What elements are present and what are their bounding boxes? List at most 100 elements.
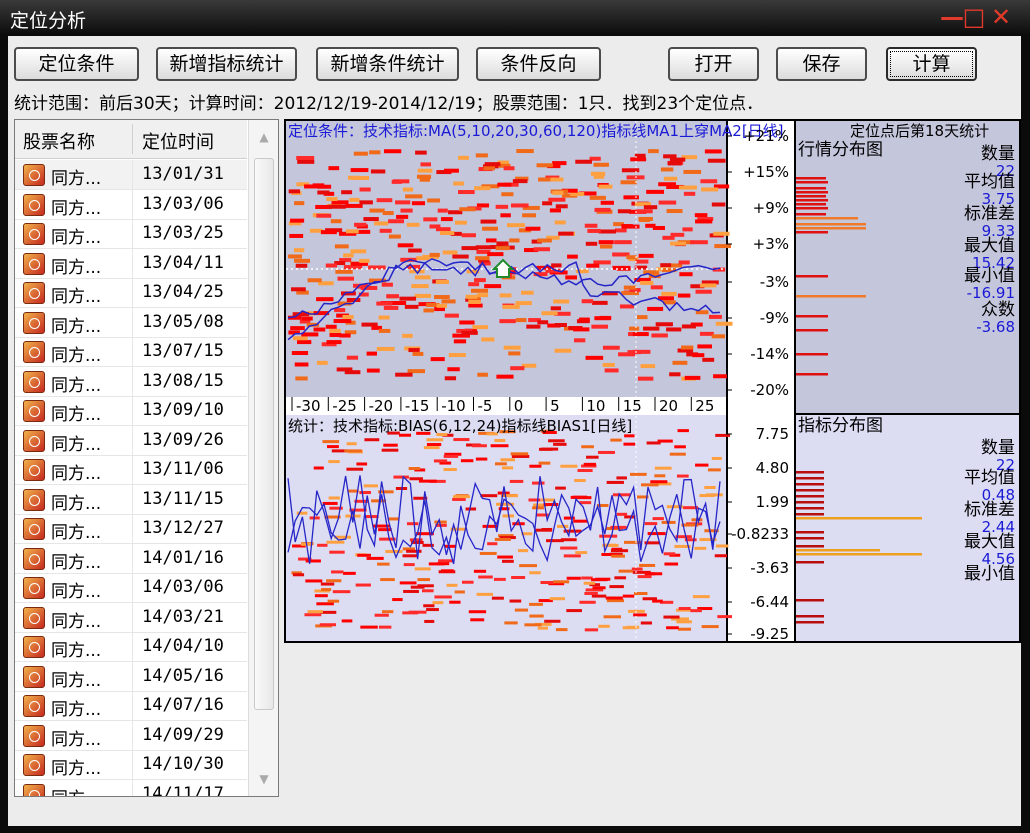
column-location-time[interactable]: 定位时间: [142, 128, 214, 154]
y-tick-label: 1.99: [756, 493, 789, 511]
close-button[interactable]: ✕: [988, 4, 1014, 30]
heat-mark: [643, 205, 658, 210]
list-item[interactable]: 同方... 14/03/21: [15, 602, 247, 633]
stock-name: 同方...: [51, 405, 102, 425]
calculate-button[interactable]: 计算: [886, 47, 977, 81]
heat-mark: [468, 282, 480, 287]
heat-mark: [641, 483, 659, 487]
distribution-bar: [796, 353, 828, 356]
list-item[interactable]: 同方... 14/10/30: [15, 750, 247, 780]
heat-mark: [478, 575, 493, 579]
list-item[interactable]: 同方... 13/05/08: [15, 307, 247, 338]
heat-mark: [509, 479, 524, 483]
heat-mark: [647, 306, 664, 311]
minimize-button[interactable]: —: [940, 4, 964, 30]
heat-mark: [374, 613, 389, 617]
heat-mark: [499, 319, 516, 324]
list-item[interactable]: 同方... 14/11/17: [15, 779, 247, 796]
list-item[interactable]: 同方... 13/08/15: [15, 366, 247, 397]
heat-mark: [414, 567, 431, 571]
heat-mark: [388, 234, 401, 239]
list-item[interactable]: 同方... 13/09/26: [15, 425, 247, 456]
open-button[interactable]: 打开: [668, 47, 759, 81]
heat-mark: [587, 228, 601, 233]
heat-mark: [548, 439, 565, 443]
heat-mark: [541, 311, 558, 316]
heat-mark: [502, 304, 520, 309]
list-item[interactable]: 同方... 14/05/16: [15, 661, 247, 692]
scroll-down-arrow-icon[interactable]: ▼: [257, 772, 271, 786]
heat-mark: [289, 233, 304, 238]
stock-name: 同方...: [51, 670, 102, 691]
list-item[interactable]: 同方... 14/04/10: [15, 632, 247, 662]
heat-mark: [591, 594, 607, 598]
list-item[interactable]: 同方... 13/03/25: [15, 219, 247, 249]
heat-mark: [592, 300, 608, 305]
list-item[interactable]: 同方... 13/04/25: [15, 278, 247, 308]
list-item[interactable]: 同方... 13/09/10: [15, 396, 247, 426]
heat-mark: [528, 498, 541, 502]
heat-mark: [658, 200, 677, 205]
list-item[interactable]: 同方... 14/09/29: [15, 720, 247, 751]
heat-mark: [423, 446, 440, 450]
maximize-button[interactable]: □: [962, 4, 986, 30]
stat-label: 数量: [981, 144, 1015, 164]
save-button[interactable]: 保存: [776, 47, 867, 81]
y-tick-label: 7.75: [756, 425, 789, 443]
heat-mark: [551, 263, 562, 268]
scroll-up-arrow-icon[interactable]: ▲: [257, 130, 271, 144]
heat-mark: [549, 208, 561, 213]
heat-mark: [341, 190, 353, 195]
stock-icon: [23, 193, 45, 216]
list-item[interactable]: 同方... 13/11/06: [15, 455, 247, 485]
heat-mark: [392, 598, 403, 602]
list-scrollbar[interactable]: ▲ ▼: [248, 120, 278, 796]
stock-icon: [23, 665, 45, 688]
add-indicator-stat-button[interactable]: 新增指标统计: [156, 47, 297, 81]
heat-mark: [713, 374, 727, 379]
heat-mark: [292, 573, 305, 577]
heat-mark: [475, 256, 490, 261]
heat-mark: [510, 452, 529, 456]
heat-mark: [472, 325, 489, 330]
window: 定位分析 — □ ✕ 定位条件 新增指标统计 新增条件统计 条件反向 打开 保存…: [0, 0, 1030, 833]
indicator-chart-title: 统计：技术指标:BIAS(6,12,24)指标线BIAS1[日线]: [288, 417, 632, 435]
heat-mark: [629, 326, 640, 331]
heat-mark: [666, 209, 683, 214]
heat-mark: [573, 327, 590, 332]
heat-mark: [695, 289, 712, 294]
condition-reverse-button[interactable]: 条件反向: [476, 47, 601, 81]
distribution-bar: [796, 507, 824, 510]
heat-mark: [426, 438, 444, 442]
list-item[interactable]: 同方... 13/03/06: [15, 189, 247, 220]
heat-mark: [438, 559, 454, 563]
y-tick-label: -20%: [750, 381, 789, 399]
location-point-list[interactable]: 股票名称 定位时间 同方... 13/01/31 同方... 13/03/06 同方..…: [14, 119, 279, 797]
list-item[interactable]: 同方... 13/12/27: [15, 514, 247, 544]
list-item[interactable]: 同方... 14/01/16: [15, 543, 247, 574]
row-divider: [132, 455, 133, 484]
heat-mark: [646, 189, 664, 194]
column-stock-name[interactable]: 股票名称: [23, 128, 95, 154]
list-item[interactable]: 同方... 14/03/06: [15, 573, 247, 603]
add-condition-stat-button[interactable]: 新增条件统计: [316, 47, 459, 81]
heat-mark: [614, 240, 632, 245]
stock-name: 同方...: [51, 464, 102, 484]
list-item[interactable]: 同方... 13/04/11: [15, 248, 247, 279]
list-item[interactable]: 同方... 14/07/16: [15, 691, 247, 721]
stock-icon: [23, 311, 45, 334]
heat-mark: [574, 479, 586, 483]
location-condition-button[interactable]: 定位条件: [14, 47, 139, 81]
heat-mark: [328, 496, 340, 500]
list-item[interactable]: 同方... 13/07/15: [15, 337, 247, 367]
heat-mark: [474, 278, 486, 283]
list-item[interactable]: 同方... 13/01/31: [15, 160, 247, 190]
heat-mark: [364, 438, 380, 442]
stat-label: 最小值: [964, 564, 1015, 584]
heat-mark: [430, 357, 445, 362]
heat-mark: [399, 296, 417, 301]
list-item[interactable]: 同方... 13/11/15: [15, 484, 247, 515]
heat-mark: [584, 223, 598, 228]
scroll-thumb[interactable]: [254, 158, 274, 710]
heat-mark: [592, 586, 606, 590]
